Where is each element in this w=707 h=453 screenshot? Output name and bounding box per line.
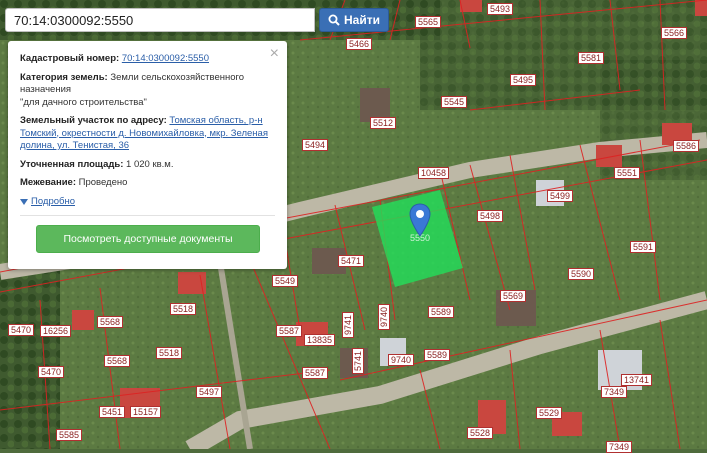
details-toggle[interactable]: Подробно xyxy=(20,196,275,209)
plot-label: 5528 xyxy=(467,427,494,439)
details-link[interactable]: Подробно xyxy=(31,196,75,209)
plot-label: 5569 xyxy=(500,290,527,302)
search-input[interactable] xyxy=(5,8,315,32)
close-icon[interactable]: × xyxy=(270,46,279,62)
plot-label: 5551 xyxy=(614,167,641,179)
category-label: Категория земель: xyxy=(20,71,108,83)
plot-label: 9740 xyxy=(378,303,390,330)
plot-label: 5585 xyxy=(56,429,83,441)
plot-label: 5589 xyxy=(424,349,451,361)
area-label: Уточненная площадь: xyxy=(20,158,124,170)
plot-label: 13835 xyxy=(304,334,336,346)
plot-label: 5493 xyxy=(487,3,514,15)
plot-label: 5591 xyxy=(630,241,657,253)
category-row: Категория земель: Земли сельскохозяйстве… xyxy=(20,72,275,110)
plot-label: 16256 xyxy=(40,325,72,337)
plot-label: 9740 xyxy=(388,354,415,366)
plot-label: 5565 xyxy=(415,16,442,28)
parcel-info-popup: × Кадастровый номер: 70:14:0300092:5550 … xyxy=(8,41,287,269)
category-purpose: "для дачного строительства" xyxy=(20,96,147,108)
plot-label: 5568 xyxy=(104,355,131,367)
plot-label: 5494 xyxy=(302,139,329,151)
plot-label: 10458 xyxy=(418,167,450,179)
cadastral-label: Кадастровый номер: xyxy=(20,53,120,64)
plot-label: 5518 xyxy=(156,347,183,359)
survey-value: Проведено xyxy=(78,177,128,188)
survey-label: Межевание: xyxy=(20,177,76,188)
plot-label: 5549 xyxy=(272,275,299,287)
plot-label: 5587 xyxy=(302,367,329,379)
survey-row: Межевание: Проведено xyxy=(20,177,275,190)
address-row: Земельный участок по адресу: Томская обл… xyxy=(20,115,275,153)
cadastral-number-link[interactable]: 70:14:0300092:5550 xyxy=(122,53,209,64)
plot-label: 5586 xyxy=(673,140,700,152)
plot-label: 5590 xyxy=(568,268,595,280)
plot-label: 5529 xyxy=(536,407,563,419)
plot-label: 5545 xyxy=(441,96,468,108)
plot-label: 5499 xyxy=(547,190,574,202)
plot-label: 5741 xyxy=(352,347,364,374)
plot-label: 5497 xyxy=(196,386,223,398)
plot-label: 5589 xyxy=(428,306,455,318)
plot-label: 13741 xyxy=(621,374,653,386)
plot-label: 5581 xyxy=(578,52,605,64)
plot-label: 5470 xyxy=(38,366,65,378)
search-icon xyxy=(328,14,340,26)
search-button[interactable]: Найти xyxy=(319,8,389,32)
area-value: 1 020 кв.м. xyxy=(126,158,174,170)
plot-label: 5587 xyxy=(276,325,303,337)
plot-label: 5512 xyxy=(370,117,397,129)
plot-label: 5471 xyxy=(338,255,365,267)
search-bar: Найти xyxy=(5,8,389,32)
plot-label: 5498 xyxy=(477,210,504,222)
caret-down-icon xyxy=(20,198,28,205)
plot-label: 5470 xyxy=(8,324,35,336)
plot-label: 5568 xyxy=(97,316,124,328)
plot-label: 15157 xyxy=(130,406,162,418)
search-button-label: Найти xyxy=(344,13,380,27)
divider xyxy=(20,215,275,216)
plot-label: 7349 xyxy=(606,441,633,453)
plot-label: 5451 xyxy=(99,406,126,418)
plot-label: 5518 xyxy=(170,303,197,315)
area-row: Уточненная площадь: 1 020 кв.м. xyxy=(20,159,275,172)
plot-label: 5466 xyxy=(346,38,373,50)
cadastral-row: Кадастровый номер: 70:14:0300092:5550 xyxy=(20,53,275,66)
plot-label: 5495 xyxy=(510,74,537,86)
address-label: Земельный участок по адресу: xyxy=(20,115,167,126)
plot-label: 5566 xyxy=(661,27,688,39)
location-pin-icon[interactable] xyxy=(408,203,432,237)
view-documents-button[interactable]: Посмотреть доступные документы xyxy=(36,225,260,253)
plot-label: 7349 xyxy=(601,386,628,398)
plot-label: 9741 xyxy=(342,311,354,338)
